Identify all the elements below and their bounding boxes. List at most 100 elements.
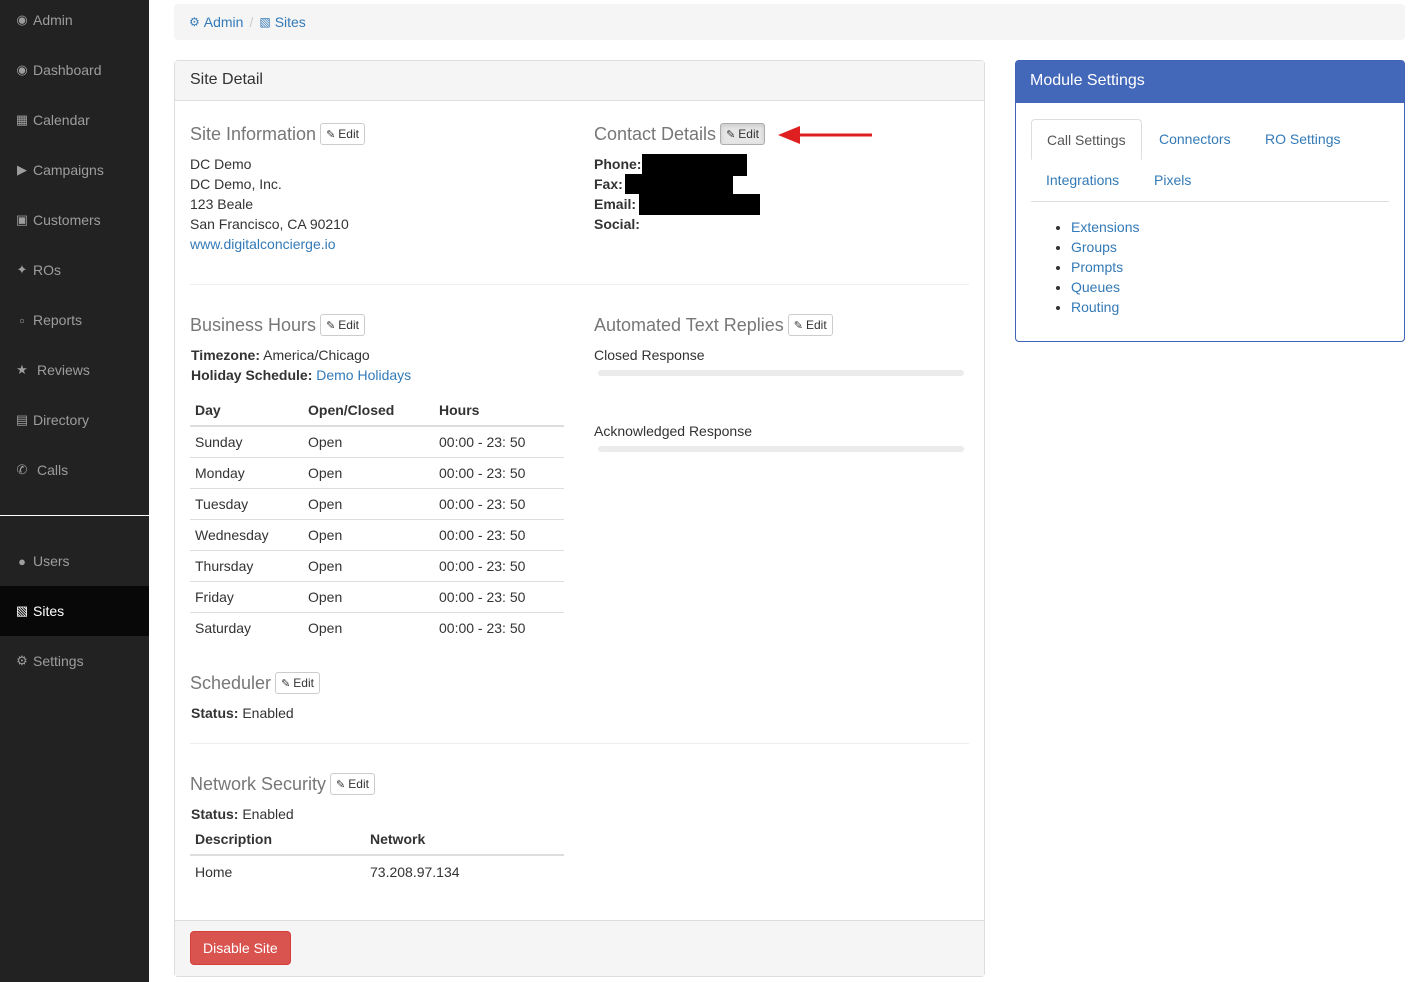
breadcrumb-sites-link[interactable]: ▧ Sites <box>259 14 305 30</box>
sidebar-item-admin[interactable]: ◉ Admin <box>0 0 149 45</box>
sidebar-item-ros[interactable]: ✦ ROs <box>0 245 149 295</box>
sidebar-item-directory[interactable]: ▤ Directory <box>0 395 149 445</box>
sidebar-item-label: Reports <box>33 312 83 328</box>
sidebar-item-users[interactable]: ● Users <box>0 536 149 586</box>
bullhorn-icon: ▶ <box>17 162 27 177</box>
sidebar-item-label: Campaigns <box>33 162 104 178</box>
breadcrumb-admin-link[interactable]: ⚙ Admin <box>189 14 243 30</box>
phone-label: Phone: <box>594 156 642 172</box>
site-detail-footer: Disable Site <box>175 920 984 976</box>
automated-text-replies-title: Automated Text Replies <box>594 314 784 335</box>
list-item: Extensions <box>1071 217 1139 237</box>
business-hours-title: Business Hours <box>190 314 317 335</box>
site-city-state-zip: San Francisco, CA 90210 <box>190 216 349 232</box>
sidebar-item-dashboard[interactable]: ◉ Dashboard <box>0 45 149 95</box>
extensions-link[interactable]: Extensions <box>1071 219 1139 235</box>
table-row: Sunday Open 00:00 - 23: 50 <box>190 426 564 457</box>
holiday-schedule-link[interactable]: Demo Holidays <box>316 367 411 383</box>
tab-ro-settings[interactable]: RO Settings <box>1250 119 1355 159</box>
sidebar-item-calls[interactable]: ✆ Calls <box>0 445 149 495</box>
bar-chart-icon: ▫ <box>19 312 25 328</box>
module-settings-panel: Module Settings Call Settings Connectors… <box>1015 60 1405 342</box>
sidebar-item-label: Settings <box>33 653 84 669</box>
calendar-icon: ▦ <box>15 112 29 127</box>
site-detail-title: Site Detail <box>175 61 984 101</box>
pencil-icon: ✎ <box>281 677 291 690</box>
redacted-fax <box>625 174 733 194</box>
tab-integrations[interactable]: Integrations <box>1031 160 1134 200</box>
table-row: Wednesday Open 00:00 - 23: 50 <box>190 518 564 550</box>
queues-link[interactable]: Queues <box>1071 279 1120 295</box>
breadcrumb-admin-label: Admin <box>203 14 244 30</box>
sidebar-item-calendar[interactable]: ▦ Calendar <box>0 95 149 145</box>
sidebar-item-campaigns[interactable]: ▶ Campaigns <box>0 145 149 195</box>
edit-business-hours-button[interactable]: ✎ Edit <box>320 314 365 336</box>
network-security-title: Network Security <box>190 773 327 794</box>
hours-cell: 00:00 - 23: 50 <box>434 518 564 550</box>
site-street: 123 Beale <box>190 196 254 212</box>
sidebar-divider <box>0 515 149 516</box>
hours-cell: 00:00 - 23: 50 <box>434 580 564 612</box>
list-item: Prompts <box>1071 257 1139 277</box>
column-header-day: Day <box>190 394 303 427</box>
list-item: Queues <box>1071 277 1139 297</box>
sidebar-item-label: Dashboard <box>33 62 102 78</box>
sidebar-item-reviews[interactable]: ★ Reviews <box>0 345 149 395</box>
sidebar-item-label: Calls <box>37 462 69 478</box>
hours-cell: 00:00 - 23: 50 <box>434 487 564 519</box>
routing-link[interactable]: Routing <box>1071 299 1119 315</box>
table-row: Monday Open 00:00 - 23: 50 <box>190 456 564 488</box>
site-information-title: Site Information <box>190 123 317 144</box>
sidebar-item-settings[interactable]: ⚙ Settings <box>0 636 149 686</box>
site-detail-panel: Site Detail Site Information ✎ Edit DC De… <box>174 60 985 977</box>
phone-icon: ✆ <box>16 462 28 477</box>
redacted-email <box>639 194 760 215</box>
sidebar-item-label: Admin <box>33 12 73 28</box>
sidebar-item-sites[interactable]: ▧ Sites <box>0 586 149 636</box>
site-website-link[interactable]: www.digitalconcierge.io <box>190 236 336 252</box>
description-cell: Home <box>195 864 233 880</box>
network-security-status-value: Enabled <box>242 806 294 822</box>
sidebar: ◉ Admin ◉ Dashboard ▦ Calendar ▶ Campaigns ▣… <box>0 0 149 982</box>
prompts-link[interactable]: Prompts <box>1071 259 1123 275</box>
holiday-schedule-label: Holiday Schedule: <box>191 367 313 383</box>
sidebar-item-customers[interactable]: ▣ Customers <box>0 195 149 245</box>
edit-automated-text-replies-button[interactable]: ✎ Edit <box>787 314 833 336</box>
hours-cell: 00:00 - 23: 50 <box>434 549 564 581</box>
scheduler-heading: Scheduler ✎ Edit <box>190 672 320 694</box>
edit-label: Edit <box>338 127 359 141</box>
column-header-description: Description <box>190 824 365 856</box>
contact-details-title: Contact Details <box>594 123 717 144</box>
acknowledged-response-bar <box>598 446 964 452</box>
tab-call-settings[interactable]: Call Settings <box>1031 119 1142 160</box>
edit-network-security-button[interactable]: ✎ Edit <box>330 773 375 795</box>
edit-contact-details-button[interactable]: ✎ Edit <box>720 123 765 145</box>
table-row: Home 73.208.97.134 <box>190 855 564 888</box>
disable-site-button[interactable]: Disable Site <box>190 931 291 965</box>
edit-scheduler-button[interactable]: ✎ Edit <box>275 672 320 694</box>
day-cell: Monday <box>190 456 303 488</box>
automated-text-replies-heading: Automated Text Replies ✎ Edit <box>594 314 833 336</box>
tab-connectors[interactable]: Connectors <box>1144 119 1246 159</box>
network-security-table: Description Network Home 73.208.97.134 <box>190 824 564 888</box>
table-header-row: Description Network <box>190 824 564 856</box>
pencil-icon: ✎ <box>326 319 336 332</box>
edit-site-information-button[interactable]: ✎ Edit <box>320 123 365 145</box>
annotation-arrow <box>778 126 872 144</box>
network-cell: 73.208.97.134 <box>370 864 460 880</box>
holiday-schedule-line: Holiday Schedule: Demo Holidays <box>191 367 411 383</box>
breadcrumb-sites-label: Sites <box>274 14 306 30</box>
tab-pixels[interactable]: Pixels <box>1139 160 1206 200</box>
hours-cell: 00:00 - 23: 50 <box>434 611 564 643</box>
groups-link[interactable]: Groups <box>1071 239 1117 255</box>
wrench-icon: ✦ <box>16 262 28 277</box>
gear-icon: ⚙ <box>189 15 200 29</box>
section-divider <box>190 284 969 285</box>
star-icon: ★ <box>16 362 28 377</box>
status-cell: Open <box>303 487 434 519</box>
sidebar-item-label: Sites <box>33 603 65 619</box>
status-cell: Open <box>303 456 434 488</box>
business-hours-table: Day Open/Closed Hours Sunday Open 00:00 - … <box>190 394 564 643</box>
scheduler-status-label: Status: <box>191 705 239 721</box>
sidebar-item-reports[interactable]: ▫ Reports <box>0 295 149 345</box>
